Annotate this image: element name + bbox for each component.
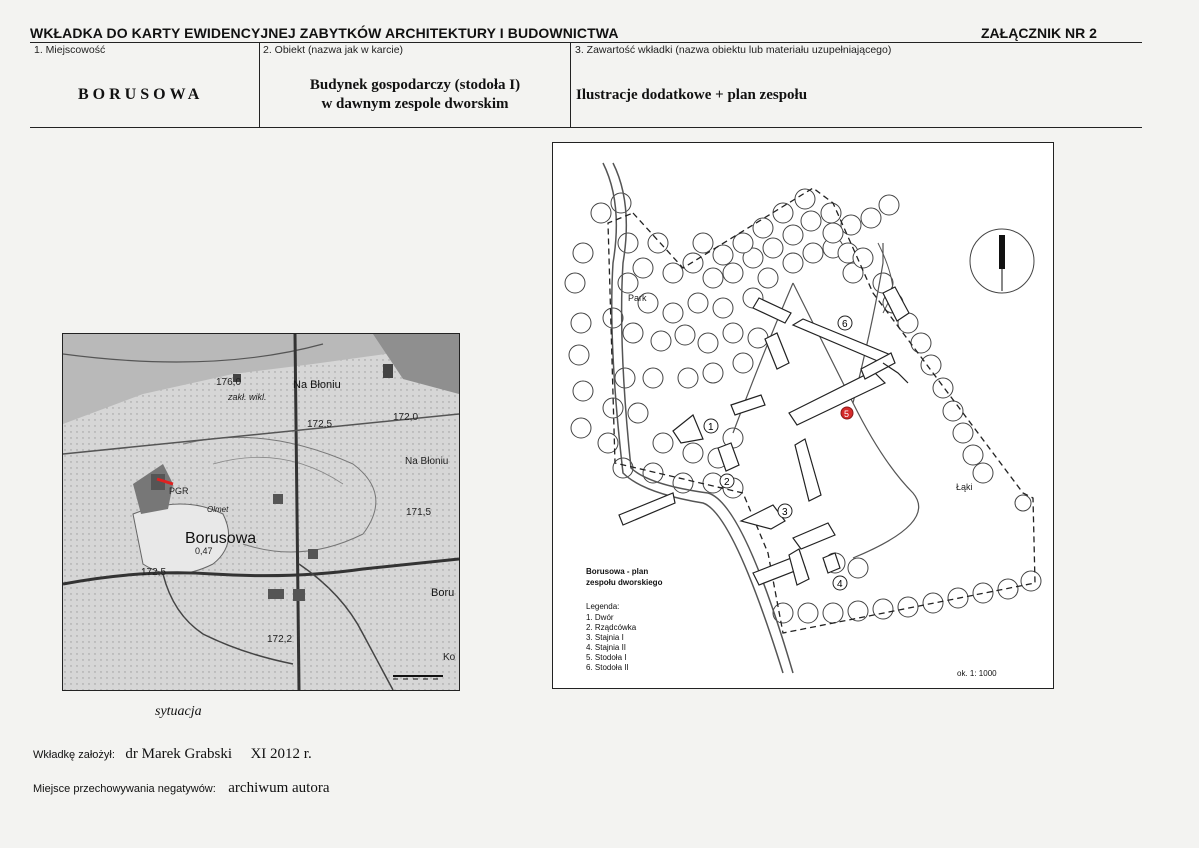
created-date: XI 2012 r. [250, 746, 312, 762]
plan-number-2: 2 [724, 477, 730, 488]
locality-label: 1. Miejscowość [34, 44, 106, 56]
map-label-elev-176: 176,0 [216, 377, 241, 388]
legend-item-6: 6. Stodoła II [586, 663, 629, 672]
meadow-label: Łąki [956, 482, 973, 492]
created-row: Wkładkę założył: dr Marek Grabski XI 201… [33, 745, 312, 763]
storage-label: Miejsce przechowywania negatywów: [33, 783, 216, 795]
header-top-rule [30, 42, 1142, 43]
site-plan: 1 2 3 4 5 6 Park Łąki Borusowa - plan ze… [552, 142, 1054, 689]
column-divider-1 [259, 42, 260, 128]
situation-caption: sytuacja [155, 704, 202, 719]
map-label-elev-172-0: 172,0 [393, 412, 418, 423]
plan-number-4: 4 [837, 579, 843, 590]
legend-item-4: 4. Stajnia II [586, 643, 626, 652]
object-name-line2: w dawnym zespole dworskim [321, 96, 509, 112]
legend-item-2: 2. Rządcówka [586, 623, 637, 632]
map-label-na-bloniu-2: Na Błoniu [405, 456, 448, 467]
created-by: dr Marek Grabski [125, 746, 233, 762]
legend-item-1: 1. Dwór [586, 613, 614, 622]
legend-title: Legenda: [586, 602, 619, 611]
map-label-zakl: zakł. wikl. [227, 392, 267, 402]
map-label-boru: Boru [431, 587, 454, 599]
storage-row: Miejsce przechowywania negatywów: archiw… [33, 779, 329, 797]
plan-number-5: 5 [844, 409, 849, 419]
map-label-pgr: PGR [169, 486, 189, 496]
header-bottom-rule [30, 127, 1142, 128]
plan-title-line2: zespołu dworskiego [586, 578, 663, 587]
annex-number: ZAŁĄCZNIK NR 2 [981, 25, 1097, 41]
north-arrow-needle [999, 235, 1005, 269]
object-label: 2. Obiekt (nazwa jak w karcie) [263, 44, 404, 56]
situation-map-drawing: 176,0 zakł. wikl. Na Błoniu 172,5 172,0 … [63, 334, 459, 690]
content-label: 3. Zawartość wkładki (nazwa obiektu lub … [575, 44, 892, 56]
map-label-elev-171-5: 171,5 [406, 507, 431, 518]
locality-value: BORUSOWA [78, 86, 204, 103]
legend-item-3: 3. Stajnia I [586, 633, 624, 642]
park-label: Park [628, 293, 647, 303]
map-label-elev-172-5a: 172,5 [307, 419, 332, 430]
created-label: Wkładkę założył: [33, 749, 115, 761]
legend-item-5: 5. Stodoła I [586, 653, 626, 662]
plan-number-6: 6 [842, 319, 848, 330]
map-label-olmet: Olmet [207, 505, 229, 514]
storage-value: archiwum autora [228, 780, 330, 796]
object-name: Budynek gospodarczy (stodoła I) w dawnym… [262, 76, 568, 114]
object-name-line1: Budynek gospodarczy (stodoła I) [309, 77, 521, 93]
map-label-borusowa: Borusowa [185, 530, 256, 547]
plan-number-3: 3 [782, 507, 788, 518]
map-label-population: 0,47 [195, 546, 213, 556]
map-label-elev-172-2: 172,2 [267, 634, 292, 645]
map-label-elev-172-5b: 172,5 [141, 567, 166, 578]
document-title: WKŁADKA DO KARTY EWIDENCYJNEJ ZABYTKÓW A… [30, 25, 619, 41]
plan-scale: ok. 1: 1000 [957, 669, 997, 678]
situation-map: 176,0 zakł. wikl. Na Błoniu 172,5 172,0 … [62, 333, 460, 691]
map-label-ko: Ko [443, 652, 456, 663]
site-plan-drawing: 1 2 3 4 5 6 Park Łąki Borusowa - plan ze… [564, 162, 1042, 678]
content-value: Ilustracje dodatkowe + plan zespołu [576, 87, 808, 103]
plan-number-1: 1 [708, 422, 714, 433]
column-divider-2 [570, 42, 571, 128]
map-label-na-bloniu-1: Na Błoniu [293, 379, 341, 391]
plan-title-line1: Borusowa - plan [586, 567, 648, 576]
